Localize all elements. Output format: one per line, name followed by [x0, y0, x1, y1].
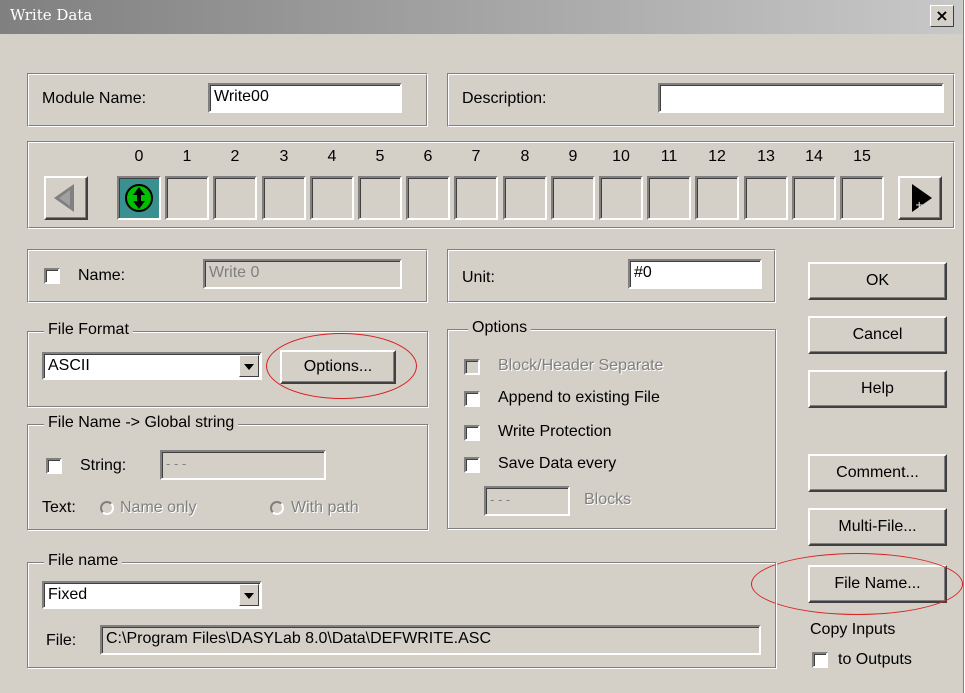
channel-slot[interactable]	[647, 176, 691, 220]
channel-number: 14	[805, 148, 823, 165]
channel-number: 2	[230, 148, 240, 165]
with-path-label: With path	[291, 499, 359, 516]
chevron-down-icon[interactable]	[239, 355, 259, 377]
append-checkbox[interactable]	[464, 391, 480, 407]
write-protection-label: Write Protection	[498, 423, 612, 440]
channel-number: 0	[134, 148, 144, 165]
file-path-display: C:\Program Files\DASYLab 8.0\Data\DEFWRI…	[100, 625, 761, 655]
string-checkbox[interactable]	[46, 458, 62, 474]
write-data-dialog: Write Data × Module Name: Write00 Descri…	[0, 0, 964, 693]
global-string-legend: File Name -> Global string	[44, 414, 239, 432]
channel-number: 8	[520, 148, 530, 165]
save-data-every-label: Save Data every	[498, 455, 617, 472]
save-data-every-checkbox[interactable]	[464, 457, 480, 473]
window-title: Write Data	[10, 6, 93, 24]
file-name-legend: File name	[44, 552, 123, 570]
channel-slot[interactable]	[165, 176, 209, 220]
multi-file-button[interactable]: Multi-File...	[808, 508, 947, 546]
unit-input[interactable]: #0	[628, 259, 762, 289]
cancel-button[interactable]: Cancel	[808, 316, 947, 354]
channel-slot[interactable]	[792, 176, 836, 220]
channel-number: 10	[612, 148, 630, 165]
channel-number: 1	[182, 148, 192, 165]
channel-slot[interactable]	[358, 176, 402, 220]
title-bar: Write Data ×	[0, 0, 962, 34]
copy-inputs-checkbox[interactable]	[812, 652, 828, 668]
channel-slot-active[interactable]	[117, 176, 161, 220]
channel-slot[interactable]	[744, 176, 788, 220]
channel-slot[interactable]	[262, 176, 306, 220]
svg-text:+: +	[915, 200, 923, 211]
string-label: String:	[80, 457, 127, 474]
channel-slot[interactable]	[406, 176, 450, 220]
scroll-right-button[interactable]: +	[898, 176, 942, 220]
blocks-input[interactable]: - - -	[484, 486, 570, 516]
file-name-mode-select[interactable]: Fixed	[42, 581, 262, 609]
file-format-select[interactable]: ASCII	[42, 352, 262, 380]
name-only-radio[interactable]	[100, 501, 114, 515]
append-label: Append to existing File	[498, 389, 660, 406]
with-path-radio[interactable]	[270, 501, 284, 515]
comment-button[interactable]: Comment...	[808, 454, 947, 492]
block-header-checkbox[interactable]	[464, 359, 480, 375]
channel-slot[interactable]	[310, 176, 354, 220]
text-label: Text:	[42, 499, 76, 516]
to-outputs-label: to Outputs	[838, 651, 912, 668]
channel-active-icon	[125, 184, 153, 212]
file-name-mode-value: Fixed	[48, 586, 88, 603]
channel-number: 12	[708, 148, 726, 165]
ok-button[interactable]: OK	[808, 262, 947, 300]
channel-number: 11	[660, 148, 678, 165]
arrow-right-icon: +	[912, 184, 932, 212]
copy-inputs-label: Copy Inputs	[810, 621, 896, 638]
channel-number: 13	[757, 148, 775, 165]
channel-number: 7	[471, 148, 481, 165]
channel-slot[interactable]	[454, 176, 498, 220]
options-highlight	[266, 333, 417, 399]
channel-slot[interactable]	[840, 176, 884, 220]
description-label: Description:	[462, 90, 547, 107]
channel-slot[interactable]	[599, 176, 643, 220]
description-input[interactable]	[658, 83, 944, 113]
channel-number: 6	[423, 148, 433, 165]
name-only-label: Name only	[120, 499, 197, 516]
write-protection-checkbox[interactable]	[464, 425, 480, 441]
channel-number: 4	[327, 148, 337, 165]
channel-slot[interactable]	[503, 176, 547, 220]
file-format-legend: File Format	[44, 321, 133, 339]
scroll-left-button[interactable]	[44, 176, 88, 220]
block-header-label: Block/Header Separate	[498, 357, 664, 374]
file-name-highlight	[751, 553, 963, 615]
module-name-label: Module Name:	[42, 90, 147, 107]
unit-label: Unit:	[462, 269, 495, 286]
channel-number: 9	[568, 148, 578, 165]
name-checkbox[interactable]	[44, 268, 60, 284]
arrow-left-icon	[54, 184, 74, 212]
blocks-label: Blocks	[584, 491, 632, 508]
string-input[interactable]: - - -	[160, 450, 326, 480]
close-button[interactable]: ×	[930, 5, 954, 27]
file-label: File:	[46, 632, 77, 649]
name-input[interactable]: Write 0	[203, 259, 402, 289]
help-button[interactable]: Help	[808, 370, 947, 408]
name-label: Name:	[78, 267, 126, 284]
channel-number: 15	[853, 148, 871, 165]
options-legend: Options	[468, 319, 532, 337]
file-format-value: ASCII	[48, 357, 90, 374]
module-name-input[interactable]: Write00	[208, 83, 402, 113]
channel-number: 5	[375, 148, 385, 165]
channel-number: 3	[279, 148, 289, 165]
chevron-down-icon[interactable]	[239, 584, 259, 606]
channel-slot[interactable]	[551, 176, 595, 220]
channel-slot[interactable]	[213, 176, 257, 220]
channel-slot[interactable]	[695, 176, 739, 220]
